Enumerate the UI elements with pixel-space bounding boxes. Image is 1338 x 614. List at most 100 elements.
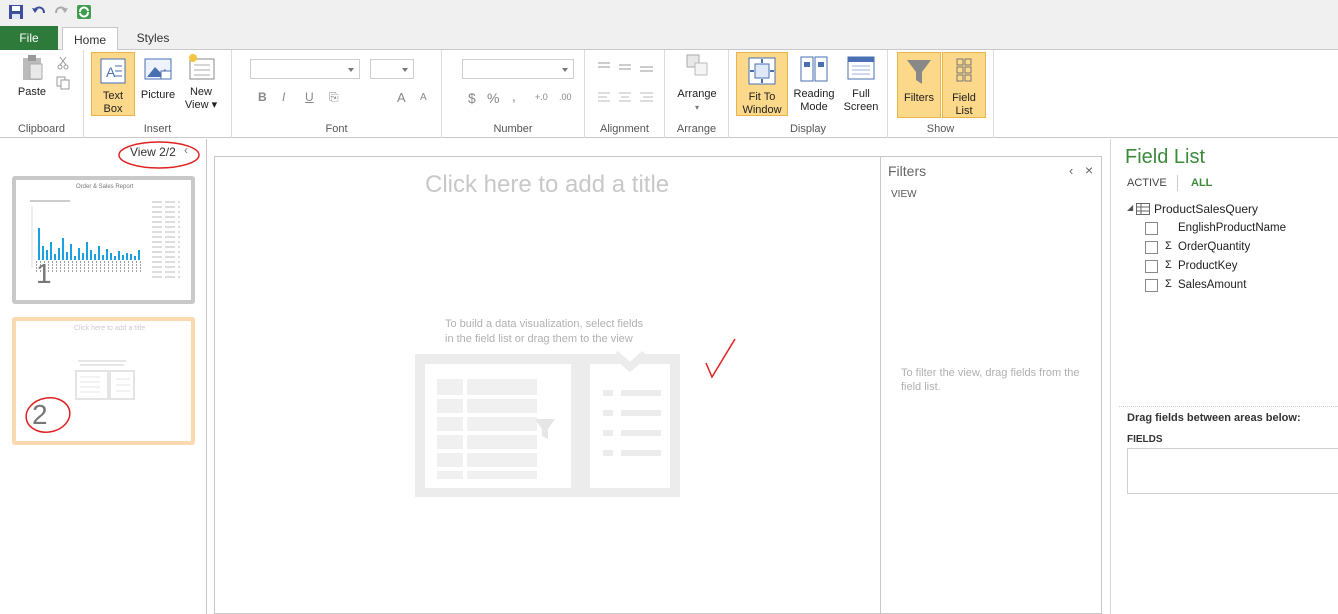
italic-button[interactable]: I — [282, 90, 285, 104]
field-list-title: Field List — [1125, 146, 1206, 168]
bold-button[interactable]: B — [258, 90, 267, 104]
expand-triangle-icon[interactable]: ◢ — [1127, 203, 1133, 212]
group-clipboard: Paste Clipboard — [0, 50, 84, 138]
view-canvas[interactable]: Click here to add a title To build a dat… — [214, 156, 881, 614]
cut-icon[interactable] — [56, 56, 70, 73]
view-thumbnail-chart — [30, 200, 180, 278]
collapse-views-icon[interactable]: ‹ — [184, 143, 188, 157]
arrange-button[interactable]: Arrange ▾ — [673, 52, 721, 114]
number-format-dropdown[interactable] — [462, 59, 574, 79]
increase-decimal-button[interactable]: +.0 — [535, 92, 548, 102]
currency-button[interactable]: $ — [468, 90, 476, 106]
collapse-filters-icon[interactable]: ‹ — [1069, 163, 1073, 178]
view-thumbnail-1[interactable]: Order & Sales Report 1 — [12, 176, 195, 304]
visualization-placeholder-icon — [415, 350, 680, 497]
percent-button[interactable]: % — [487, 90, 499, 106]
arrange-icon — [686, 54, 708, 76]
underline-button[interactable]: U — [305, 90, 314, 104]
group-display: Fit To Window Reading Mode Full Screen D… — [729, 50, 888, 138]
new-view-icon — [189, 54, 215, 80]
grow-font-button[interactable]: A — [397, 90, 406, 105]
text-box-button[interactable]: A Text Box — [91, 52, 135, 116]
ribbon-tabs: File Home Styles — [0, 24, 1338, 51]
font-size-dropdown[interactable] — [370, 59, 414, 79]
view-number: 1 — [36, 258, 52, 289]
view-thumbnail-title: Order & Sales Report — [76, 184, 134, 190]
filters-view-tab[interactable]: VIEW — [891, 189, 917, 200]
field-list-tab-active[interactable]: ACTIVE — [1127, 177, 1167, 189]
view-thumbnail-title: Click here to add a title — [74, 325, 146, 332]
field-list-button[interactable]: Field List — [942, 52, 986, 118]
splitter[interactable] — [1119, 406, 1338, 407]
picture-button[interactable]: Picture — [138, 55, 178, 115]
ribbon: Paste Clipboard A Text Box Picture New V… — [0, 50, 1338, 138]
field-name: OrderQuantity — [1178, 241, 1251, 253]
font-family-dropdown[interactable] — [250, 59, 360, 79]
red-annotation-circle — [25, 397, 71, 433]
views-panel: View 2/2 ‹ Order & Sales Report 1 Click … — [0, 139, 207, 614]
full-screen-button[interactable]: Full Screen — [839, 54, 883, 116]
field-checkbox[interactable] — [1145, 241, 1158, 254]
group-show: Filters Field List Show — [888, 50, 994, 138]
sigma-icon: Σ — [1165, 259, 1172, 271]
field-name: ProductKey — [1178, 260, 1238, 272]
field-list-icon — [956, 58, 972, 82]
tab-divider — [1177, 175, 1178, 191]
group-number: $ % , +.0 .00 Number — [442, 50, 585, 138]
sigma-icon: Σ — [1165, 240, 1172, 252]
group-arrange: Arrange ▾ Arrange — [665, 50, 729, 138]
fit-to-window-icon — [748, 57, 776, 85]
quick-access-toolbar — [0, 0, 1338, 26]
full-screen-icon — [847, 56, 875, 80]
tab-home[interactable]: Home — [62, 27, 118, 51]
filter-funnel-icon — [907, 60, 931, 84]
filters-pane: Filters ‹ × VIEW To filter the view, dra… — [880, 156, 1102, 614]
reading-mode-button[interactable]: Reading Mode — [789, 54, 839, 116]
svg-text:A: A — [106, 64, 116, 80]
field-checkbox[interactable] — [1145, 279, 1158, 292]
horizontal-align-icons[interactable] — [597, 91, 655, 103]
group-insert: A Text Box Picture New View ▾ Insert — [84, 50, 232, 138]
redo-icon[interactable] — [53, 4, 71, 22]
title-placeholder[interactable]: Click here to add a title — [425, 171, 669, 199]
canvas-hint: To build a data visualization, select fi… — [445, 318, 644, 345]
vertical-align-icons[interactable] — [597, 61, 655, 73]
close-icon[interactable]: × — [1085, 162, 1093, 178]
table-name[interactable]: ProductSalesQuery — [1154, 202, 1258, 216]
filters-hint: To filter the view, drag fields from the… — [901, 367, 1080, 393]
red-annotation-ellipse — [118, 141, 200, 169]
fields-drop-area[interactable] — [1127, 448, 1338, 494]
comma-button[interactable]: , — [512, 88, 516, 104]
paste-icon — [23, 55, 43, 80]
filters-button[interactable]: Filters — [897, 52, 941, 118]
save-icon[interactable] — [8, 4, 26, 22]
field-checkbox[interactable] — [1145, 260, 1158, 273]
fields-area-label: FIELDS — [1127, 434, 1163, 445]
sigma-icon: Σ — [1165, 278, 1172, 290]
copy-icon[interactable] — [56, 76, 70, 93]
view-thumbnail-2[interactable]: Click here to add a title 2 — [12, 317, 195, 445]
field-list-tab-all[interactable]: ALL — [1191, 177, 1212, 189]
drag-fields-label: Drag fields between areas below: — [1127, 412, 1301, 424]
picture-icon — [144, 58, 172, 80]
tab-styles[interactable]: Styles — [124, 26, 182, 50]
tab-file[interactable]: File — [0, 26, 58, 50]
fit-to-window-button[interactable]: Fit To Window — [736, 52, 788, 116]
shrink-font-button[interactable]: A — [420, 92, 427, 103]
red-checkmark-annotation — [705, 338, 736, 379]
field-name: SalesAmount — [1178, 279, 1247, 291]
group-font: B I U ⎘ A A Font — [232, 50, 442, 138]
refresh-icon[interactable] — [76, 4, 94, 22]
decrease-decimal-button[interactable]: .00 — [559, 92, 572, 102]
view-thumbnail-placeholder-icon — [75, 360, 135, 400]
undo-icon[interactable] — [31, 4, 49, 22]
new-view-button[interactable]: New View ▾ — [180, 52, 222, 116]
reading-mode-icon — [800, 56, 828, 82]
field-checkbox[interactable] — [1145, 222, 1158, 235]
table-icon — [1136, 203, 1150, 215]
clear-format-icon[interactable]: ⎘ — [329, 90, 339, 105]
paste-button[interactable]: Paste — [10, 52, 54, 108]
text-box-icon: A — [100, 58, 126, 84]
filters-title: Filters — [888, 163, 927, 179]
group-alignment: Alignment — [585, 50, 665, 138]
